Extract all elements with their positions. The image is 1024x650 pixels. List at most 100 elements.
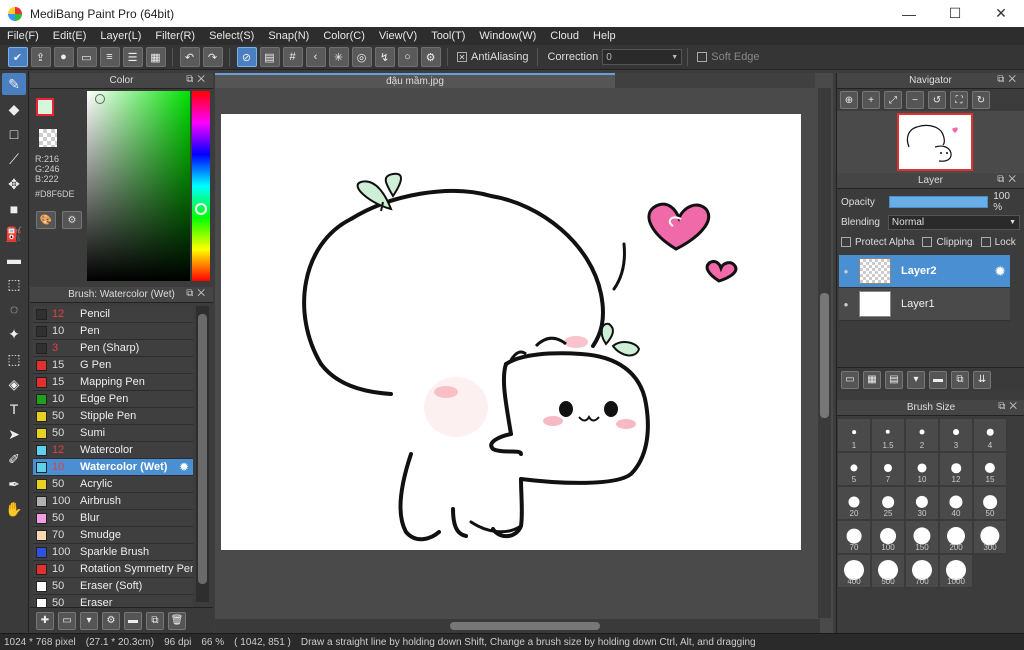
- brush-size-cell[interactable]: 2: [905, 418, 939, 452]
- brush-item[interactable]: 15 Mapping Pen: [33, 374, 193, 391]
- brush-size-cell[interactable]: 5: [837, 452, 871, 486]
- brush-item[interactable]: 10 Rotation Symmetry Pen: [33, 561, 193, 578]
- snap-settings-icon[interactable]: ⚙: [420, 47, 441, 67]
- navigator-thumbnail[interactable]: [897, 113, 973, 171]
- antialiasing-checkbox[interactable]: ✕: [457, 52, 467, 62]
- brush-size-cell[interactable]: 200: [939, 520, 973, 554]
- brush-item[interactable]: 50 Sumi: [33, 425, 193, 442]
- menu-snap[interactable]: Snap(N): [261, 30, 316, 42]
- menu-filter[interactable]: Filter(R): [148, 30, 202, 42]
- rotate-right-icon[interactable]: ↻: [972, 91, 990, 109]
- select-pen-tool-icon[interactable]: ⬚: [2, 348, 26, 370]
- menu-tool[interactable]: Tool(T): [424, 30, 472, 42]
- brush-item[interactable]: 70 Smudge: [33, 527, 193, 544]
- fill-rect-tool-icon[interactable]: ■: [2, 198, 26, 220]
- new-8bit-layer-icon[interactable]: ▤: [885, 370, 903, 389]
- brush-item[interactable]: 3 Pen (Sharp): [33, 340, 193, 357]
- brush-item[interactable]: 50 Blur: [33, 510, 193, 527]
- comment-icon[interactable]: ●: [53, 47, 74, 67]
- new-brush-icon[interactable]: ▭: [58, 611, 76, 630]
- cloud-icon[interactable]: ✔: [7, 47, 28, 67]
- layer-item[interactable]: ● Layer1: [839, 288, 1010, 321]
- fullscreen-icon[interactable]: ⛶: [950, 91, 968, 109]
- brush-size-cell[interactable]: 30: [905, 486, 939, 520]
- move-tool-icon[interactable]: ✥: [2, 173, 26, 195]
- export-icon[interactable]: ⇪: [30, 47, 51, 67]
- brush-size-cell[interactable]: 1000: [939, 554, 973, 588]
- gradient-tool-icon[interactable]: ▬: [2, 248, 26, 270]
- concentric-snap-icon[interactable]: ◎: [351, 47, 372, 67]
- drawing-canvas[interactable]: [221, 114, 801, 550]
- visibility-icon[interactable]: ●: [839, 267, 853, 276]
- brush-size-cell[interactable]: 7: [871, 452, 905, 486]
- zoom-in-icon[interactable]: +: [862, 91, 880, 109]
- grid-settings-icon[interactable]: ▦: [145, 47, 166, 67]
- brush-item[interactable]: 50 Acrylic: [33, 476, 193, 493]
- protect-alpha-checkbox[interactable]: [841, 237, 851, 247]
- brush-item[interactable]: 12 Pencil: [33, 306, 193, 323]
- new-halftone-layer-icon[interactable]: ▦: [863, 370, 881, 389]
- brush-menu-icon[interactable]: ▾: [80, 611, 98, 630]
- hue-slider[interactable]: [192, 91, 210, 281]
- merge-layer-icon[interactable]: ⇊: [973, 370, 991, 389]
- opacity-slider[interactable]: [888, 196, 989, 208]
- radial-snap-icon[interactable]: ✳: [328, 47, 349, 67]
- add-layer-menu-icon[interactable]: ▾: [907, 370, 925, 389]
- brush-size-cell[interactable]: 3: [939, 418, 973, 452]
- new-layer-icon[interactable]: ▭: [841, 370, 859, 389]
- select-rect-tool-icon[interactable]: ⬚: [2, 273, 26, 295]
- brush-size-cell[interactable]: 10: [905, 452, 939, 486]
- palette-icon[interactable]: 🎨: [36, 211, 56, 229]
- brush-size-cell[interactable]: 20: [837, 486, 871, 520]
- brush-size-cell[interactable]: 12: [939, 452, 973, 486]
- color-settings-icon[interactable]: ⚙: [62, 211, 82, 229]
- snap-off-icon[interactable]: ⊘: [236, 47, 257, 67]
- brush-size-cell[interactable]: 1: [837, 418, 871, 452]
- layer-item[interactable]: ● Layer2 ✹: [839, 255, 1010, 288]
- message-icon[interactable]: ▭: [76, 47, 97, 67]
- dot-tool-icon[interactable]: □: [2, 123, 26, 145]
- saturation-value-picker[interactable]: [87, 91, 190, 281]
- brush-settings-icon[interactable]: ⚙: [102, 611, 120, 630]
- grid-snap-icon[interactable]: #: [282, 47, 303, 67]
- brush-size-cell[interactable]: 400: [837, 554, 871, 588]
- undo-icon[interactable]: ↶: [179, 47, 200, 67]
- sv-cursor[interactable]: [95, 94, 105, 104]
- brush-size-cell[interactable]: 500: [871, 554, 905, 588]
- redo-icon[interactable]: ↷: [202, 47, 223, 67]
- lock-checkbox[interactable]: [980, 237, 991, 247]
- zoom-icon[interactable]: ⊕: [840, 91, 858, 109]
- menu-view[interactable]: View(V): [372, 30, 424, 42]
- brush-size-cell[interactable]: 25: [871, 486, 905, 520]
- menu-edit[interactable]: Edit(E): [46, 30, 94, 42]
- brush-size-cell[interactable]: 1.5: [871, 418, 905, 452]
- menu-file[interactable]: File(F): [0, 30, 46, 42]
- folder-icon[interactable]: ▬: [124, 611, 142, 630]
- scrollbar-thumb[interactable]: [198, 314, 207, 584]
- close-button[interactable]: ✕: [978, 0, 1024, 27]
- canvas-vertical-scrollbar[interactable]: [818, 88, 831, 618]
- brush-item[interactable]: 15 G Pen: [33, 357, 193, 374]
- menu-cloud[interactable]: Cloud: [543, 30, 586, 42]
- hue-cursor[interactable]: [195, 203, 207, 215]
- ellipse-snap-icon[interactable]: ○: [397, 47, 418, 67]
- brush-item[interactable]: 10 Watercolor (Wet) ✹: [33, 459, 193, 476]
- transparent-color-swatch[interactable]: [39, 129, 57, 147]
- brush-size-cell[interactable]: 15: [973, 452, 1007, 486]
- foreground-color-swatch[interactable]: [36, 98, 54, 116]
- soft-edge-checkbox[interactable]: [697, 52, 708, 62]
- select-eraser-tool-icon[interactable]: ◈: [2, 373, 26, 395]
- zoom-out-icon[interactable]: −: [906, 91, 924, 109]
- panel-controls-icon[interactable]: ⧉✕: [997, 174, 1020, 185]
- brush-item[interactable]: 12 Watercolor: [33, 442, 193, 459]
- antialiasing-option[interactable]: ✕ AntiAliasing: [457, 51, 528, 63]
- brush-size-cell[interactable]: 100: [871, 520, 905, 554]
- menu-window[interactable]: Window(W): [472, 30, 543, 42]
- curve-snap-icon[interactable]: ↯: [374, 47, 395, 67]
- layer-folder-icon[interactable]: ▬: [929, 370, 947, 389]
- brush-item[interactable]: 10 Edge Pen: [33, 391, 193, 408]
- list-icon[interactable]: ☰: [122, 47, 143, 67]
- panel-controls-icon[interactable]: ⧉✕: [186, 288, 209, 299]
- delete-brush-icon[interactable]: 🗑: [168, 611, 186, 630]
- brush-size-cell[interactable]: 300: [973, 520, 1007, 554]
